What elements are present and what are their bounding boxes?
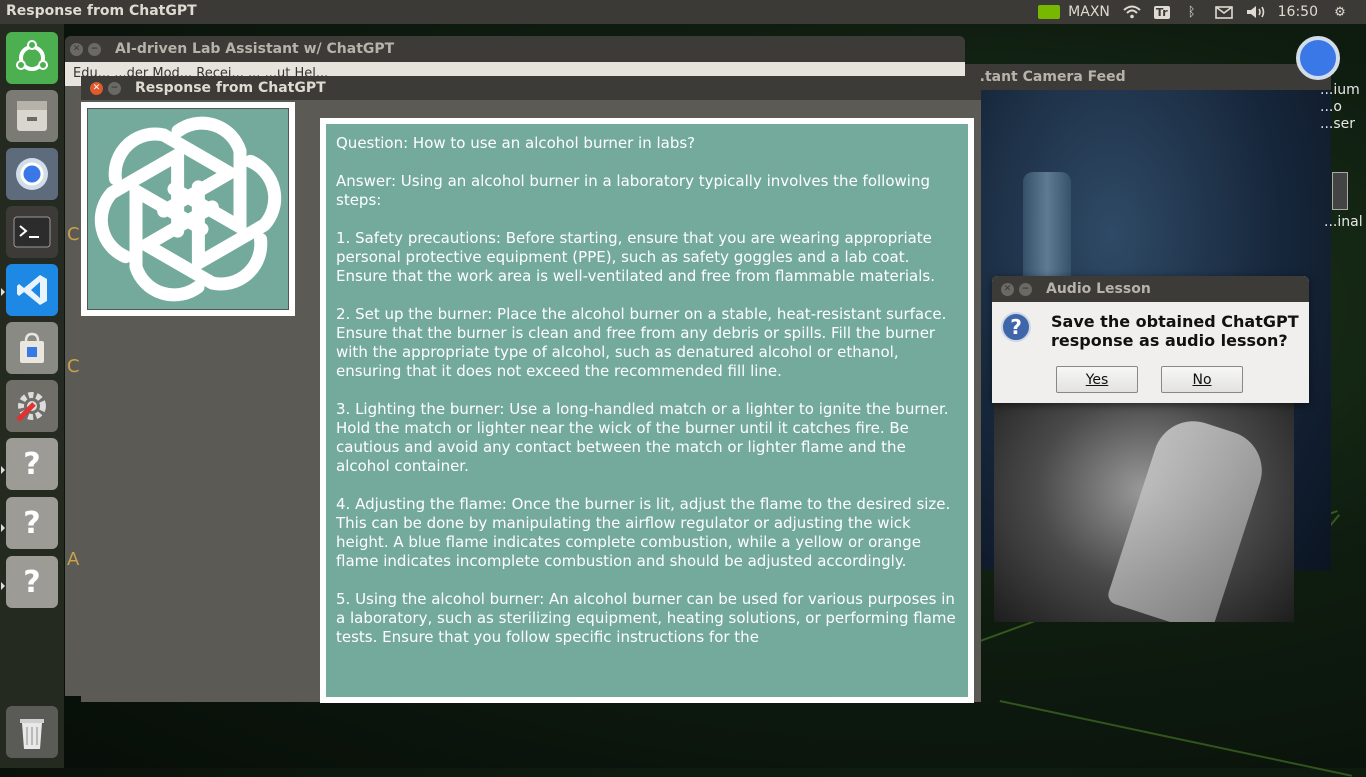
chatgpt-logo-icon (87, 108, 289, 310)
side-label: A (67, 549, 80, 570)
mail-icon[interactable] (1214, 4, 1234, 20)
response-window: ✕ − Response from ChatGPT Question: How … (81, 76, 981, 703)
wifi-icon[interactable] (1122, 4, 1142, 20)
bluetooth-icon[interactable]: ᛒ (1182, 4, 1202, 20)
desktop-icon-label: ...ium (1320, 82, 1360, 98)
files-icon[interactable] (6, 90, 58, 142)
top-panel: Response from ChatGPT MAXN Tr ᛒ 16:50 ⚙ (0, 0, 1366, 24)
nvidia-icon[interactable] (1038, 5, 1061, 19)
desktop-icon-label: ...inal (1324, 214, 1363, 230)
dialog-titlebar: ✕ − Audio Lesson (992, 276, 1309, 302)
chromium-icon[interactable] (6, 148, 58, 200)
chatgpt-logo-frame (81, 102, 295, 316)
system-tray: MAXN Tr ᛒ 16:50 ⚙ (1038, 0, 1366, 24)
terminal-icon[interactable] (6, 206, 58, 258)
running-indicator (1, 524, 5, 532)
keyboard-layout-indicator[interactable]: Tr (1153, 5, 1170, 19)
volume-icon[interactable] (1246, 4, 1266, 20)
answer-step-text: 4. Adjusting the flame: Once the burner … (336, 495, 956, 570)
gear-icon[interactable]: ⚙ (1330, 4, 1350, 20)
question-text: Question: How to use an alcohol burner i… (336, 134, 696, 152)
camera-feed-image-lower (994, 403, 1294, 622)
vscode-icon[interactable] (6, 264, 58, 316)
minimize-icon[interactable]: − (108, 81, 121, 95)
desktop-icon-label: ...o (1320, 99, 1342, 115)
unknown-app-icon[interactable]: ? (6, 438, 58, 490)
dialog-title: Audio Lesson (1046, 281, 1151, 297)
answer-step-text: 3. Lighting the burner: Use a long-handl… (336, 400, 954, 475)
window-title: AI-driven Lab Assistant w/ ChatGPT (115, 41, 395, 57)
ubuntu-dash-icon[interactable] (6, 32, 58, 84)
yes-button[interactable]: Yes (1056, 366, 1138, 393)
launcher: ? ? ? (0, 24, 64, 768)
running-indicator (1, 466, 5, 474)
minimize-icon[interactable]: − (1019, 282, 1032, 296)
power-mode-label[interactable]: MAXN (1068, 4, 1110, 20)
window-titlebar: ✕ − AI-driven Lab Assistant w/ ChatGPT (65, 36, 965, 62)
answer-step-text: 2. Set up the burner: Place the alcohol … (336, 305, 952, 380)
running-indicator (1, 288, 5, 296)
desktop-icon-label: ...ser (1320, 116, 1356, 132)
terminal-desktop-icon[interactable] (1332, 172, 1348, 210)
answer-step-text: 1. Safety precautions: Before starting, … (336, 229, 937, 285)
chromium-desktop-icon[interactable] (1296, 36, 1340, 80)
side-label: C (67, 356, 80, 377)
unknown-app-icon[interactable]: ? (6, 497, 58, 549)
software-center-icon[interactable] (6, 322, 58, 374)
running-indicator (1, 582, 5, 590)
window-titlebar: ...tant Camera Feed (965, 64, 1331, 90)
window-title: Response from ChatGPT (135, 80, 326, 96)
minimize-icon[interactable]: − (88, 42, 101, 56)
audio-lesson-dialog: ✕ − Audio Lesson ? Save the obtained Cha… (992, 276, 1309, 403)
no-button-label: No (1192, 371, 1212, 388)
window-titlebar: ✕ − Response from ChatGPT (81, 76, 981, 100)
response-text-area[interactable]: Question: How to use an alcohol burner i… (326, 124, 968, 697)
dialog-message: Save the obtained ChatGPT response as au… (1051, 312, 1299, 350)
answer-step-text: 5. Using the alcohol burner: An alcohol … (336, 590, 961, 646)
close-icon[interactable]: ✕ (90, 81, 103, 95)
trash-icon[interactable] (6, 706, 58, 758)
close-icon[interactable]: ✕ (1001, 282, 1014, 296)
response-text-frame: Question: How to use an alcohol burner i… (320, 118, 974, 703)
question-icon: ? (1001, 312, 1031, 342)
hand-shape (1105, 410, 1273, 622)
side-label: C (67, 224, 80, 245)
unknown-app-icon[interactable]: ? (6, 556, 58, 608)
active-window-title: Response from ChatGPT (6, 3, 197, 19)
system-settings-icon[interactable] (6, 380, 58, 432)
close-icon[interactable]: ✕ (70, 42, 83, 56)
no-button[interactable]: No (1161, 366, 1243, 393)
clock[interactable]: 16:50 (1278, 4, 1318, 20)
answer-intro-text: Answer: Using an alcohol burner in a lab… (336, 172, 935, 209)
yes-button-label: Yes (1085, 371, 1109, 388)
